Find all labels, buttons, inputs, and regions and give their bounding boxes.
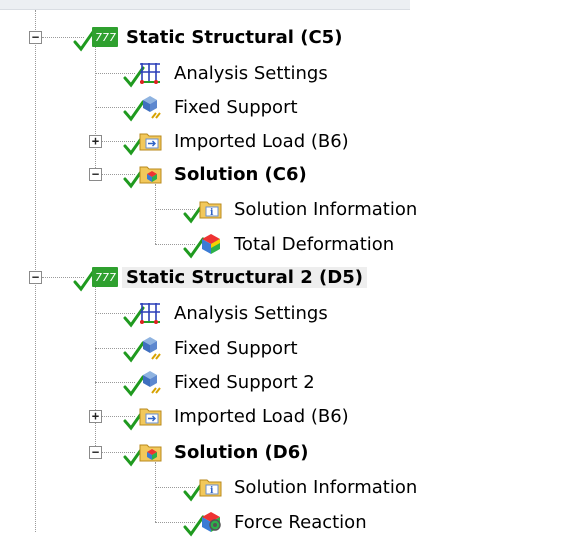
tree-guide-d6: [155, 462, 156, 522]
solution-information-icon: i: [198, 196, 224, 222]
tree-item-label: Fixed Support 2: [174, 371, 315, 393]
tree-guide-d5: [95, 284, 96, 452]
tree-item-solution-d6[interactable]: Solution (D6): [122, 437, 312, 467]
svg-text:i: i: [210, 208, 214, 218]
tree-item-fixed-support[interactable]: Fixed Support: [122, 333, 302, 363]
tree-item-solution-information[interactable]: i Solution Information: [182, 472, 421, 502]
expand-toggle[interactable]: +: [89, 410, 102, 423]
tree-item-fixed-support[interactable]: Fixed Support: [122, 92, 302, 122]
analysis-settings-icon: [138, 60, 164, 86]
collapse-toggle[interactable]: −: [29, 271, 42, 284]
static-structural-icon: 777: [90, 24, 118, 50]
tree-item-imported-load-b6[interactable]: Imported Load (B6): [122, 126, 353, 156]
imported-load-folder-icon: [138, 403, 164, 429]
collapse-toggle[interactable]: −: [89, 446, 102, 459]
force-reaction-icon: [198, 509, 224, 535]
tree-item-label: Solution (C6): [174, 163, 307, 185]
svg-text:i: i: [210, 486, 214, 496]
tree-item-label: Imported Load (B6): [174, 405, 349, 427]
tree-item-label: Imported Load (B6): [174, 130, 349, 152]
tree-item-analysis-settings[interactable]: Analysis Settings: [122, 58, 332, 88]
tree-guide-c5: [95, 46, 96, 174]
tree-item-label: Fixed Support: [174, 337, 298, 359]
collapse-toggle[interactable]: −: [29, 31, 42, 44]
tree-item-label: Solution Information: [234, 198, 418, 220]
svg-text:777: 777: [95, 271, 116, 284]
solution-icon: [138, 439, 164, 465]
tree-item-force-reaction[interactable]: Force Reaction: [182, 507, 371, 537]
static-structural-icon: 777: [90, 264, 118, 290]
tree-item-total-deformation[interactable]: Total Deformation: [182, 229, 398, 259]
tree-guide-c6: [155, 184, 156, 244]
collapse-toggle[interactable]: −: [89, 168, 102, 181]
tree-item-static-structural-c5[interactable]: 777 Static Structural (C5): [72, 22, 346, 52]
tree-item-label: Solution (D6): [174, 441, 309, 463]
tree-item-label: Static Structural (C5): [126, 26, 343, 48]
tree-item-label: Total Deformation: [234, 233, 395, 255]
tree-item-label: Fixed Support: [174, 96, 298, 118]
tree-item-fixed-support-2[interactable]: Fixed Support 2: [122, 367, 319, 397]
tree-item-imported-load-b6[interactable]: Imported Load (B6): [122, 401, 353, 431]
imported-load-folder-icon: [138, 128, 164, 154]
analysis-settings-icon: [138, 300, 164, 326]
expand-toggle[interactable]: +: [89, 135, 102, 148]
solution-information-icon: i: [198, 474, 224, 500]
header-divider: [0, 9, 410, 10]
tree-item-label: Static Structural 2 (D5): [122, 266, 367, 288]
tree-item-label: Solution Information: [234, 476, 418, 498]
tree-item-label: Force Reaction: [234, 511, 367, 533]
fixed-support-icon: [138, 94, 164, 120]
tree-item-solution-c6[interactable]: Solution (C6): [122, 159, 311, 189]
tree-item-analysis-settings[interactable]: Analysis Settings: [122, 298, 332, 328]
solution-icon: [138, 161, 164, 187]
svg-text:777: 777: [95, 31, 116, 44]
tree-item-solution-information[interactable]: i Solution Information: [182, 194, 421, 224]
tree-item-label: Analysis Settings: [174, 302, 328, 324]
tree-item-static-structural-2-d5[interactable]: 777 Static Structural 2 (D5): [72, 262, 367, 292]
tree-item-label: Analysis Settings: [174, 62, 328, 84]
fixed-support-icon: [138, 335, 164, 361]
fixed-support-icon: [138, 369, 164, 395]
header-strip: [0, 0, 410, 9]
total-deformation-icon: [198, 231, 224, 257]
